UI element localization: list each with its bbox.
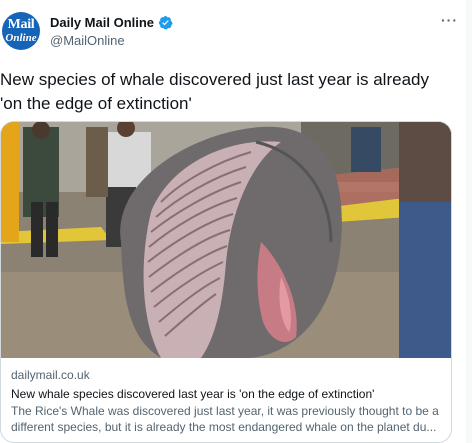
- card-image[interactable]: [1, 122, 452, 358]
- tweet[interactable]: Mail Online Daily Mail Online @MailOnlin…: [0, 0, 472, 443]
- tweet-text: New species of whale discovered just las…: [0, 70, 429, 113]
- scrollbar-track[interactable]: [466, 0, 472, 443]
- card-meta[interactable]: dailymail.co.uk New whale species discov…: [11, 367, 446, 435]
- link-card[interactable]: dailymail.co.uk New whale species discov…: [0, 121, 452, 443]
- avatar[interactable]: Mail Online: [2, 12, 40, 50]
- more-options-icon[interactable]: ···: [441, 12, 458, 28]
- card-title: New whale species discovered last year i…: [11, 387, 375, 401]
- card-description: The Rice's Whale was discovered just las…: [11, 404, 439, 434]
- author-display-name[interactable]: Daily Mail Online: [50, 15, 154, 30]
- card-domain: dailymail.co.uk: [11, 368, 90, 382]
- author-name-row: Daily Mail Online: [50, 15, 173, 30]
- avatar-logo-line1: Mail: [7, 17, 35, 32]
- verified-badge-icon: [158, 15, 173, 30]
- author-handle[interactable]: @MailOnline: [50, 33, 125, 48]
- avatar-logo-line2: Online: [5, 32, 37, 44]
